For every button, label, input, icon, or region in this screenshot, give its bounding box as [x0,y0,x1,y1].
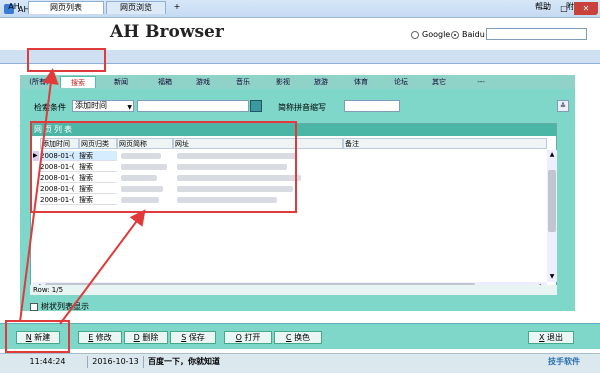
annotation-arrows [19,68,146,325]
arrow-to-grid [59,209,146,325]
arrow-to-tab [19,68,59,323]
